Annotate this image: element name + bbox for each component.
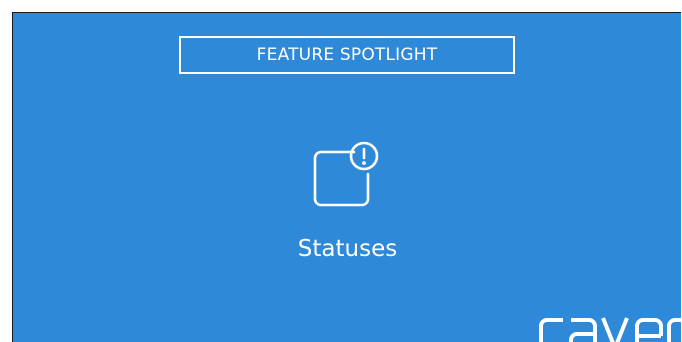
brand-name: caven bbox=[13, 13, 14, 14]
feature-title: Statuses bbox=[297, 236, 398, 262]
status-alert-icon bbox=[313, 141, 379, 207]
feature-spotlight-banner: FEATURE SPOTLIGHT bbox=[179, 36, 515, 74]
slide-frame: FEATURE SPOTLIGHT Statuses caven bbox=[12, 12, 681, 342]
feature-spotlight-label: FEATURE SPOTLIGHT bbox=[256, 44, 438, 65]
caven-logo bbox=[539, 317, 681, 342]
